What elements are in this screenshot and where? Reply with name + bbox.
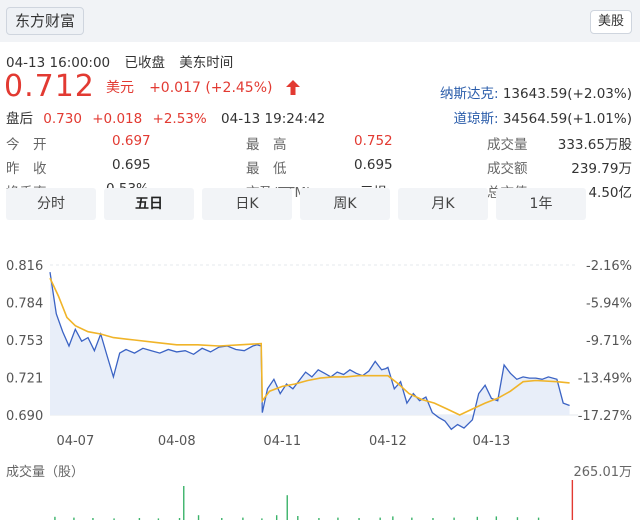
after-hours-time: 04-13 19:24:42 [221, 111, 326, 127]
stat-value: 0.695 [354, 157, 393, 173]
after-hours-pct: +2.53% [152, 111, 207, 127]
volume-bar [261, 518, 263, 520]
y-tick-right: -13.49% [578, 372, 632, 387]
volume-bar [358, 518, 360, 520]
five-day-chart[interactable]: 0.816 0.784 0.753 0.721 0.690 -2.16% -5.94% -9.… [0, 250, 640, 523]
volume-bar [297, 516, 299, 520]
stat-value: 239.79万 [571, 161, 632, 177]
volume-bar [183, 486, 185, 520]
y-tick-right: -17.27% [578, 409, 632, 424]
volume-bar [242, 517, 244, 520]
volume-bar [178, 518, 181, 520]
x-tick: 04-13 [473, 434, 511, 449]
tab-weekly-k[interactable]: 周K [300, 188, 390, 220]
y-tick-right: -2.16% [586, 259, 632, 274]
top-bar: 东方财富 美股 [0, 0, 640, 42]
brand-button[interactable]: 东方财富 [6, 7, 85, 35]
index-nasdaq-value: 13643.59(+2.03%) [502, 86, 632, 102]
index-nasdaq[interactable]: 纳斯达克: 13643.59(+2.03%) [440, 82, 632, 102]
volume-bar [432, 518, 434, 520]
x-tick: 04-11 [263, 434, 301, 449]
after-hours-change: +0.018 [92, 111, 143, 127]
tab-1year[interactable]: 1年 [496, 188, 586, 220]
last-price: 0.712 [4, 69, 95, 104]
index-dow[interactable]: 道琼斯: 34564.59(+1.01%) [453, 107, 632, 127]
stat-label: 最 高 [246, 137, 287, 153]
index-dow-value: 34564.59(+1.01%) [502, 111, 632, 127]
volume-bar [54, 516, 56, 520]
volume-bar [286, 495, 288, 520]
volume-bar [197, 515, 200, 520]
stat-label: 成交额 [487, 161, 528, 177]
volume-bar [571, 480, 574, 520]
stat-value: 0.697 [112, 133, 151, 149]
market-badge[interactable]: 美股 [589, 10, 632, 34]
volume-bar [92, 518, 94, 520]
x-tick: 04-08 [158, 434, 196, 449]
y-tick-left: 0.784 [6, 297, 43, 312]
volume-bar [157, 518, 160, 520]
volume-bar [275, 515, 278, 520]
stat-label: 今 开 [6, 137, 47, 153]
volume-label: 成交量（股） [6, 465, 85, 480]
volume-bar [411, 517, 413, 520]
price-line: 0.712 美元 +0.017 (+2.45%) [4, 68, 300, 106]
price-currency: 美元 [105, 80, 134, 96]
tab-5day[interactable]: 五日 [104, 188, 194, 220]
index-dow-name: 道琼斯: [453, 111, 499, 127]
tab-daily-k[interactable]: 日K [202, 188, 292, 220]
volume-bar [392, 516, 394, 520]
up-arrow-icon [285, 80, 300, 95]
stat-label: 成交量 [487, 137, 528, 153]
volume-bar [453, 517, 455, 520]
x-tick: 04-07 [56, 434, 94, 449]
y-tick-left: 0.753 [6, 334, 43, 349]
stat-value: 0.695 [112, 157, 151, 173]
volume-bar [318, 518, 320, 520]
volume-bar [516, 517, 519, 520]
y-tick-left: 0.721 [6, 372, 43, 387]
volume-bar [476, 516, 479, 520]
after-hours-line: 盘后 0.730 +0.018 +2.53% 04-13 19:24:42 [6, 107, 325, 127]
x-tick: 04-12 [369, 434, 407, 449]
volume-max-label: 265.01万 [573, 465, 633, 480]
volume-bar [337, 517, 339, 520]
volume-bar [113, 518, 115, 520]
volume-bar [537, 517, 540, 520]
index-nasdaq-name: 纳斯达克: [439, 86, 499, 102]
stat-label: 昨 收 [6, 161, 47, 177]
price-change: +0.017 (+2.45%) [149, 80, 273, 96]
volume-bar [138, 518, 141, 520]
tab-fenshi[interactable]: 分时 [6, 188, 96, 220]
y-tick-left: 0.816 [6, 259, 43, 274]
y-tick-right: -9.71% [586, 334, 632, 349]
volume-bar [73, 517, 75, 520]
volume-bar [379, 517, 381, 520]
tab-monthly-k[interactable]: 月K [398, 188, 488, 220]
y-tick-right: -5.94% [586, 297, 632, 312]
period-tabs: 分时 五日 日K 周K 月K 1年 [6, 188, 632, 220]
stat-label: 最 低 [246, 161, 287, 177]
stat-value: 0.752 [354, 133, 393, 149]
after-hours-label: 盘后 [6, 111, 33, 127]
volume-bar [221, 518, 223, 520]
volume-bar [495, 516, 498, 520]
after-hours-price: 0.730 [43, 111, 82, 127]
y-tick-left: 0.690 [6, 409, 43, 424]
stat-value: 333.65万股 [557, 137, 632, 153]
